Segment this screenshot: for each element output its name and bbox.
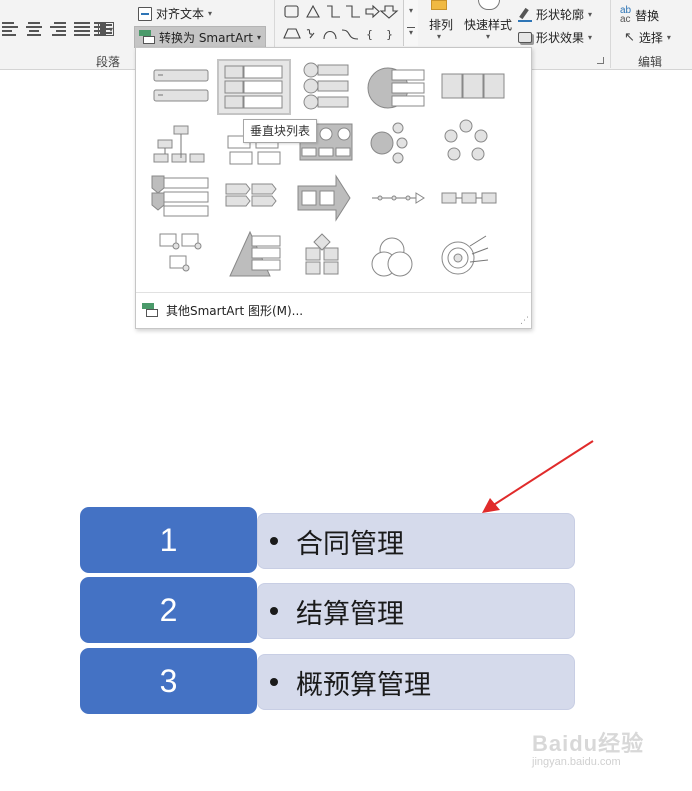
arrange-icon xyxy=(431,0,447,10)
quick-styles-button[interactable]: 快速样式 ▾ xyxy=(464,0,516,50)
smartart-item-number: 3 xyxy=(80,648,257,714)
chevron-down-icon: ▾ xyxy=(208,9,213,18)
smartart-item-text-box[interactable]: 结算管理 xyxy=(257,583,575,639)
smartart-layout-venn[interactable] xyxy=(371,237,413,277)
bullet-icon xyxy=(270,607,278,615)
smartart-layout-target[interactable] xyxy=(441,235,489,275)
smartart-item-text: 结算管理 xyxy=(296,598,404,630)
convert-to-smartart-button[interactable]: 转换为 SmartArt ▾ xyxy=(134,26,266,48)
shapes-gallery[interactable]: { } xyxy=(280,0,418,46)
arrange-button[interactable]: 排列 ▾ xyxy=(427,0,455,50)
columns-icon xyxy=(94,22,106,36)
arrange-label: 排列 xyxy=(429,18,454,32)
replace-icon: ab ac xyxy=(620,5,632,25)
resize-grip-icon[interactable]: ⋰ xyxy=(520,316,529,326)
bullet-icon xyxy=(270,678,278,686)
gallery-footer-divider xyxy=(136,292,531,293)
smartart-layout-vertical-block-list[interactable] xyxy=(217,59,291,115)
smartart-layout-basic-block-list[interactable] xyxy=(153,69,209,102)
shapes-gallery-scroll[interactable]: ▾ ▾ xyxy=(403,0,418,46)
svg-text:{: { xyxy=(366,28,373,41)
shape-outline-label: 形状轮廓 xyxy=(536,8,585,22)
shape-effects-button[interactable]: 形状效果 ▾ xyxy=(518,29,592,46)
align-text-button[interactable]: 对齐文本 ▾ xyxy=(138,5,212,22)
smartart-layout-radial[interactable] xyxy=(370,122,408,164)
scroll-down-icon[interactable]: ▾ xyxy=(404,6,418,15)
smartart-item-text: 合同管理 xyxy=(296,528,404,560)
baidu-watermark: Baidu经验 jingyan.baidu.com xyxy=(532,726,662,776)
expand-gallery-icon[interactable]: ▾ xyxy=(407,27,415,37)
select-label: 选择 xyxy=(638,31,663,45)
quick-styles-icon xyxy=(478,0,500,10)
replace-button[interactable]: ab ac 替换 xyxy=(620,5,660,25)
smartart-item-text: 概预算管理 xyxy=(296,669,431,701)
smartart-item-number: 2 xyxy=(80,577,257,643)
chevron-down-icon: ▾ xyxy=(109,24,114,34)
smartart-layout-hierarchy[interactable] xyxy=(153,125,205,163)
paragraph-group-label: 段落 xyxy=(96,55,121,69)
smartart-layout-matrix[interactable] xyxy=(305,233,339,275)
smartart-icon xyxy=(142,303,158,317)
chevron-down-icon: ▾ xyxy=(256,32,261,42)
align-text-icon xyxy=(138,6,152,21)
align-right-icon[interactable] xyxy=(50,22,66,36)
justify-icon[interactable] xyxy=(74,22,90,36)
chevron-down-icon: ▾ xyxy=(588,33,593,42)
svg-text:}: } xyxy=(386,28,393,41)
smartart-layout-vertical-bullet-list[interactable] xyxy=(303,62,349,110)
smartart-layout-pyramid-list[interactable] xyxy=(229,230,281,277)
more-smartart-label: 其他SmartArt 图形(M)... xyxy=(166,303,304,318)
align-center-icon[interactable] xyxy=(26,22,42,36)
smartart-layout-thumbnails: .gb { fill:#e2e2e2; stroke:#888; stroke-… xyxy=(151,59,505,277)
quick-styles-label: 快速样式 xyxy=(464,18,513,32)
align-left-icon[interactable] xyxy=(2,22,18,36)
smartart-layout-stacked-list[interactable] xyxy=(367,67,425,109)
watermark-url: jingyan.baidu.com xyxy=(532,756,621,768)
shape-effects-icon xyxy=(518,32,532,43)
cursor-icon: ↖ xyxy=(624,30,635,45)
layout-tooltip: 垂直块列表 xyxy=(243,119,318,143)
bullet-icon xyxy=(270,537,278,545)
columns-button[interactable]: ▾ xyxy=(94,22,113,36)
replace-label: 替换 xyxy=(635,8,660,23)
select-button[interactable]: ↖ 选择 ▾ xyxy=(624,29,671,46)
smartart-layout-basic-process[interactable] xyxy=(441,192,497,204)
drawing-dialog-launcher-icon[interactable] xyxy=(597,57,604,64)
more-smartart-graphics-button[interactable]: 其他SmartArt 图形(M)... xyxy=(142,298,303,322)
smartart-item[interactable]: 3 概预算管理 xyxy=(80,648,575,714)
smartart-layout-horizontal-bullet-list[interactable] xyxy=(441,73,505,99)
chevron-down-icon: ▾ xyxy=(486,32,491,41)
shape-outline-button[interactable]: 形状轮廓 ▾ xyxy=(518,6,592,23)
chevron-down-icon: ▾ xyxy=(666,33,671,42)
smartart-layout-arrow-process[interactable] xyxy=(297,174,351,222)
convert-smartart-label: 转换为 SmartArt xyxy=(159,30,253,45)
editing-group-label: 编辑 xyxy=(638,55,663,69)
align-text-label: 对齐文本 xyxy=(156,7,205,21)
smartart-gallery-dropdown: .gb { fill:#e2e2e2; stroke:#888; stroke-… xyxy=(135,47,532,329)
smartart-layout-chevron-list[interactable] xyxy=(151,175,209,217)
annotation-arrow-icon xyxy=(482,440,594,513)
smartart-layout-picture-grid[interactable] xyxy=(159,233,202,272)
pen-icon xyxy=(518,7,532,22)
watermark-logo-text: Baidu经验 xyxy=(532,731,645,756)
smartart-icon xyxy=(139,30,155,44)
smartart-item-text-box[interactable]: 概预算管理 xyxy=(257,654,575,710)
smartart-layout-timeline[interactable] xyxy=(372,192,425,204)
smartart-layout-cycle[interactable] xyxy=(444,119,488,161)
group-divider xyxy=(610,0,611,68)
shape-effects-label: 形状效果 xyxy=(536,31,585,45)
smartart-layout-process-arrows[interactable] xyxy=(225,183,277,207)
chevron-down-icon: ▾ xyxy=(588,10,593,19)
smartart-item-number: 1 xyxy=(80,507,257,573)
smartart-item[interactable]: 2 结算管理 xyxy=(80,577,575,643)
shapes-gallery-icons: { } xyxy=(283,4,399,41)
chevron-down-icon: ▾ xyxy=(437,32,442,41)
